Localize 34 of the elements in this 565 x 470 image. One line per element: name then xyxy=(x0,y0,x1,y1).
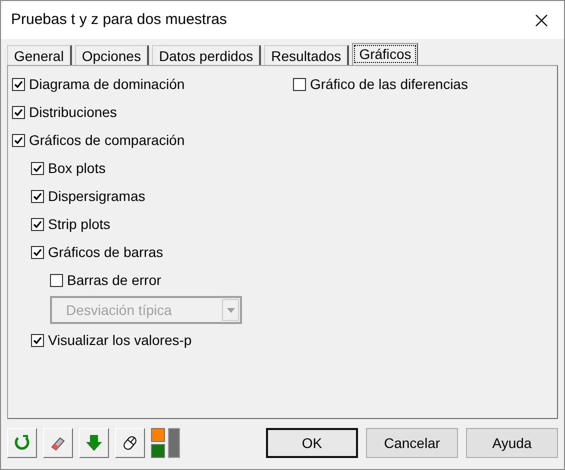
checkbox-label: Dispersigramas xyxy=(48,186,146,206)
checkbox-label: Box plots xyxy=(48,158,106,178)
window-title: Pruebas t y z para dos muestras xyxy=(11,10,227,30)
lower-color-button[interactable] xyxy=(151,444,165,458)
upper-color-button[interactable] xyxy=(151,428,165,442)
tab[interactable]: Gráficos xyxy=(352,43,418,65)
checkbox-label: Gráficos de comparación xyxy=(29,130,185,150)
dialog-button[interactable]: Cancelar xyxy=(366,428,458,458)
dialog-button[interactable]: Ayuda xyxy=(466,428,558,458)
checkbox-label: Visualizar los valores-p xyxy=(48,330,192,350)
refresh-icon[interactable] xyxy=(7,428,37,458)
checkbox[interactable] xyxy=(31,334,44,346)
checkbox-label: Diagrama de dominación xyxy=(29,74,185,94)
checkbox[interactable] xyxy=(12,78,25,90)
tab[interactable]: General xyxy=(7,45,72,65)
tab[interactable]: Resultados xyxy=(264,45,350,65)
checkbox[interactable] xyxy=(293,78,306,90)
checkbox-label: Distribuciones xyxy=(29,102,117,122)
mouse-icon[interactable] xyxy=(115,428,145,458)
checkbox-label: Strip plots xyxy=(48,214,110,234)
tab[interactable]: Datos perdidos xyxy=(152,45,262,65)
checkbox-label: Barras de error xyxy=(67,270,162,290)
tab[interactable]: Opciones xyxy=(74,45,149,65)
checkbox[interactable] xyxy=(31,190,44,202)
checkbox[interactable] xyxy=(31,162,44,174)
checkbox-label: Gráfico de las diferencias xyxy=(310,74,468,94)
checkbox[interactable] xyxy=(31,218,44,230)
checkbox[interactable] xyxy=(50,274,63,286)
eraser-icon[interactable] xyxy=(43,428,73,458)
checkbox-label: Gráficos de barras xyxy=(48,242,164,262)
checkbox[interactable] xyxy=(12,106,25,118)
checkbox[interactable] xyxy=(31,246,44,258)
checkbox[interactable] xyxy=(12,134,25,146)
dialog-button[interactable]: OK xyxy=(266,428,358,458)
